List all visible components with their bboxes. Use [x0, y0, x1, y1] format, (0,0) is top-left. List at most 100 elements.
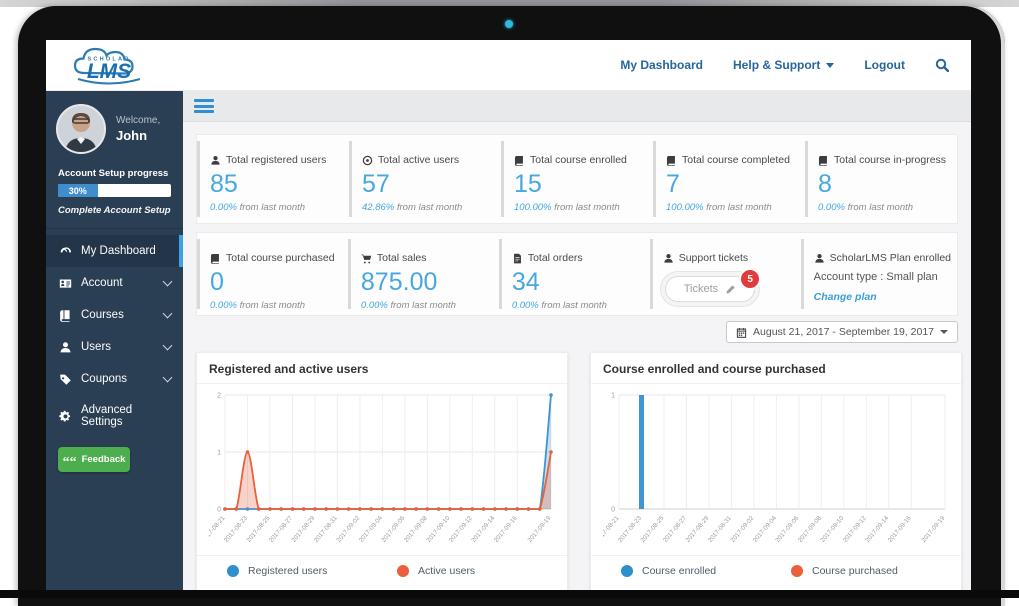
stat-total-course-purchased: Total course purchased 0 0.00% from last…	[197, 239, 348, 309]
svg-text:1: 1	[611, 393, 615, 400]
charts-row: Registered and active users 0122017-08-2…	[196, 352, 958, 590]
avatar-photo-icon	[58, 106, 104, 152]
dashboard-icon	[58, 244, 72, 258]
date-range-value: August 21, 2017 - September 19, 2017	[753, 326, 934, 338]
nav-logout[interactable]: Logout	[864, 58, 905, 72]
sidebar-item-users[interactable]: Users	[46, 331, 183, 363]
stat-label: Total course in-progress	[834, 154, 946, 166]
setup-progress-label: Account Setup progress	[58, 168, 171, 179]
stat-change: 0.00% from last month	[512, 300, 644, 311]
tickets-button[interactable]: Tickets 5	[665, 276, 755, 302]
chart-legend: Registered users Active users	[197, 555, 567, 577]
stat-label: Total course purchased	[226, 252, 335, 264]
setup-progress-bar: 30%	[58, 184, 171, 197]
stat-total-course-in-progress: Total course in-progress 8 0.00% from la…	[805, 141, 957, 217]
book-icon	[58, 308, 72, 322]
stat-label: Total orders	[528, 252, 583, 264]
chevron-down-icon	[163, 373, 173, 383]
pencil-icon	[725, 284, 736, 295]
stat-total-course-enrolled: Total course enrolled 15 100.00% from la…	[501, 141, 653, 217]
calendar-icon	[736, 327, 747, 338]
stat-label: ScholarLMS Plan enrolled	[830, 252, 951, 264]
chevron-down-icon	[163, 309, 173, 319]
courses-bar-chart[interactable]: 012017-08-212017-08-232017-08-252017-08-…	[603, 386, 951, 550]
main-toolbar	[183, 91, 971, 122]
stat-label: Total sales	[377, 252, 427, 264]
tickets-button-label: Tickets	[684, 283, 718, 295]
book-icon	[818, 155, 829, 166]
svg-text:2017-09-16: 2017-09-16	[493, 514, 519, 544]
stat-plan-enrolled: ScholarLMS Plan enrolled Account type : …	[801, 239, 957, 309]
stat-total-sales: Total sales 875.00 0.00% from last month	[348, 239, 499, 309]
top-nav: My Dashboard Help & Support Logout	[620, 58, 971, 72]
legend-course-purchased[interactable]: Course purchased	[791, 565, 961, 577]
search-button[interactable]	[935, 58, 949, 72]
book-icon	[210, 253, 221, 264]
user-profile: Welcome, John	[46, 91, 183, 164]
user-icon	[58, 340, 72, 354]
stat-change: 0.00% from last month	[818, 202, 951, 213]
stat-value: 875.00	[361, 268, 493, 297]
feedback-button[interactable]: ““ Feedback	[58, 447, 130, 472]
legend-dot-blue	[621, 565, 633, 577]
tablet-camera-dot	[505, 20, 513, 28]
sidebar-item-advanced-settings[interactable]: Advanced Settings	[46, 395, 183, 437]
chart-title: Course enrolled and course purchased	[603, 362, 949, 376]
legend-dot-blue	[227, 565, 239, 577]
sidebar-item-account[interactable]: Account	[46, 267, 183, 299]
sidebar-item-coupons[interactable]: Coupons	[46, 363, 183, 395]
nav-my-dashboard-label: My Dashboard	[620, 58, 703, 72]
sidebar-item-label: My Dashboard	[81, 245, 156, 257]
svg-text:2017-09-19: 2017-09-19	[526, 514, 552, 544]
chevron-down-icon	[826, 63, 834, 68]
stat-total-course-completed: Total course completed 7 100.00% from la…	[653, 141, 805, 217]
stat-value: 57	[362, 170, 495, 199]
avatar[interactable]	[56, 104, 106, 154]
id-card-icon	[58, 276, 72, 290]
svg-text:2017-09-16: 2017-09-16	[887, 514, 913, 544]
nav-my-dashboard[interactable]: My Dashboard	[620, 58, 703, 72]
change-plan-link[interactable]: Change plan	[814, 291, 951, 303]
legend-active-users[interactable]: Active users	[397, 565, 567, 577]
stat-value: 0	[210, 268, 342, 297]
date-row: August 21, 2017 - September 19, 2017	[196, 316, 958, 348]
stat-label: Total registered users	[226, 154, 326, 166]
svg-text:1: 1	[217, 450, 221, 457]
scholar-lms-logo[interactable]: SCHOLAR LMS	[62, 42, 154, 88]
users-line-chart[interactable]: 0122017-08-212017-08-232017-08-252017-08…	[209, 386, 557, 550]
sidebar-menu: My Dashboard Account Courses	[46, 229, 183, 437]
nav-help-support-label: Help & Support	[733, 58, 820, 72]
svg-text:2017-09-19: 2017-09-19	[920, 514, 946, 544]
sidebar-item-label: Coupons	[81, 373, 127, 385]
cloud-logo-icon: SCHOLAR LMS	[62, 42, 154, 88]
hamburger-menu-icon[interactable]	[194, 97, 214, 116]
legend-registered-users[interactable]: Registered users	[227, 565, 397, 577]
nav-logout-label: Logout	[864, 58, 905, 72]
search-icon	[935, 58, 949, 72]
stat-total-registered-users: Total registered users 85 0.00% from las…	[197, 141, 349, 217]
legend-label: Registered users	[248, 565, 327, 577]
stat-value: 34	[512, 268, 644, 297]
main-area: Total registered users 85 0.00% from las…	[183, 91, 971, 590]
nav-help-support[interactable]: Help & Support	[733, 58, 834, 72]
stat-change: 100.00% from last month	[666, 202, 799, 213]
sidebar-item-label: Courses	[81, 309, 124, 321]
chevron-down-icon	[163, 341, 173, 351]
tablet-bezel: SCHOLAR LMS My Dashboard Help & Support …	[18, 6, 1005, 606]
sidebar-item-courses[interactable]: Courses	[46, 299, 183, 331]
book-icon	[666, 155, 677, 166]
complete-account-setup-link[interactable]: Complete Account Setup	[58, 205, 171, 216]
sidebar-item-my-dashboard[interactable]: My Dashboard	[46, 235, 183, 267]
sidebar-item-label: Advanced Settings	[81, 404, 171, 428]
legend-label: Active users	[418, 565, 475, 577]
main-content: Total registered users 85 0.00% from las…	[183, 122, 971, 579]
caret-down-icon	[940, 330, 948, 334]
stat-value: 85	[210, 170, 343, 199]
legend-course-enrolled[interactable]: Course enrolled	[621, 565, 791, 577]
date-range-picker[interactable]: August 21, 2017 - September 19, 2017	[726, 321, 958, 343]
stats-row-1: Total registered users 85 0.00% from las…	[196, 134, 958, 224]
user-icon	[814, 253, 825, 264]
stat-change: 42.86% from last month	[362, 202, 495, 213]
app-screen: SCHOLAR LMS My Dashboard Help & Support …	[46, 40, 971, 590]
legend-dot-orange	[791, 565, 803, 577]
